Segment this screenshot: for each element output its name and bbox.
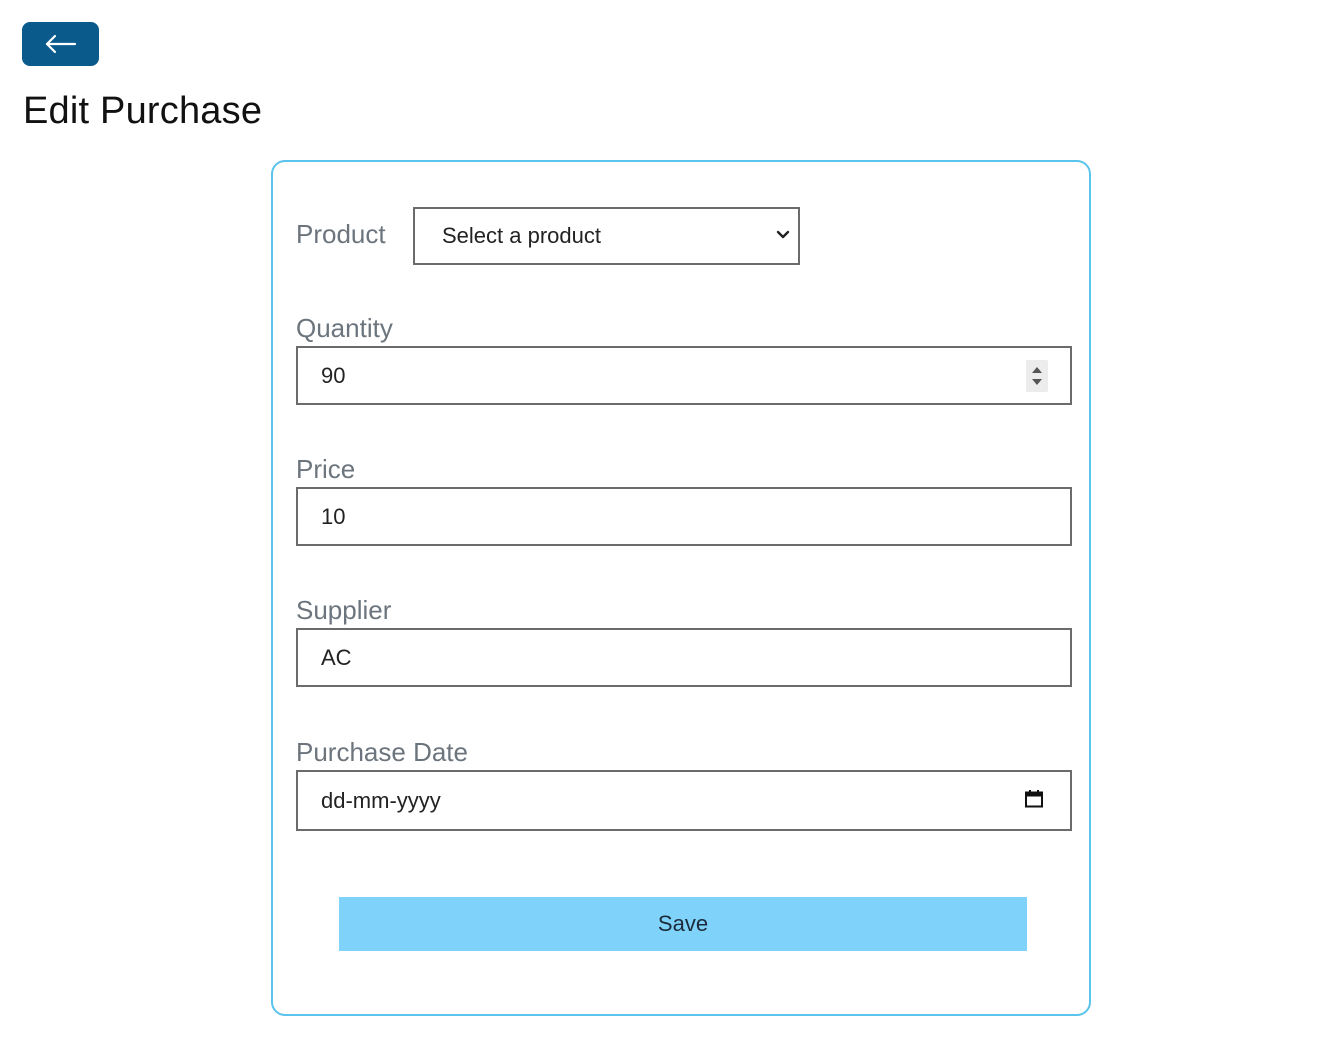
price-input[interactable]: 10 <box>296 487 1072 546</box>
supplier-label: Supplier <box>296 595 392 625</box>
save-button[interactable]: Save <box>339 897 1027 951</box>
purchase-form: Product Select a product Quantity 90 Pri… <box>271 160 1091 1016</box>
price-label: Price <box>296 454 356 484</box>
arrow-left-icon <box>45 34 77 54</box>
quantity-label: Quantity <box>296 313 393 343</box>
quantity-value: 90 <box>321 362 346 388</box>
spinner-arrows-icon[interactable] <box>1026 359 1048 392</box>
purchase-date-value: dd-mm-yyyy <box>321 787 441 813</box>
product-select[interactable]: Select a product <box>413 207 800 265</box>
purchase-date-input[interactable]: dd-mm-yyyy <box>296 770 1072 831</box>
back-button[interactable] <box>22 22 99 66</box>
chevron-down-icon <box>776 227 790 245</box>
product-label: Product <box>296 219 386 249</box>
page-title: Edit Purchase <box>23 90 263 132</box>
price-value: 10 <box>321 503 346 529</box>
purchase-date-label: Purchase Date <box>296 737 468 767</box>
supplier-input[interactable]: AC <box>296 628 1072 687</box>
quantity-input[interactable]: 90 <box>296 346 1072 405</box>
product-select-value: Select a product <box>442 223 601 248</box>
calendar-icon[interactable] <box>1024 788 1044 813</box>
supplier-value: AC <box>321 644 352 670</box>
